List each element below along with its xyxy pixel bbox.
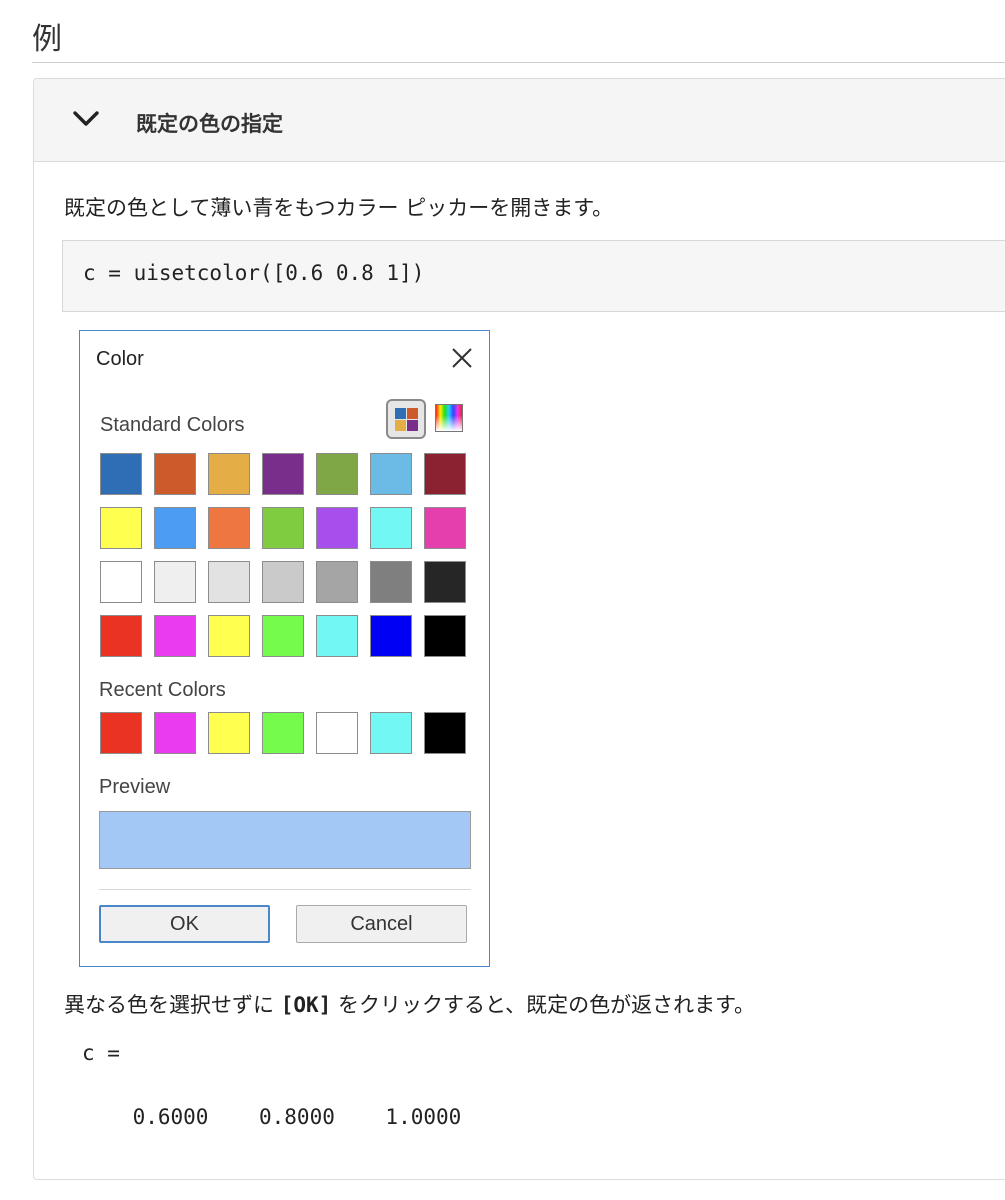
recent-color-swatch[interactable]: [154, 712, 196, 754]
standard-color-swatch[interactable]: [262, 561, 304, 603]
chevron-down-icon[interactable]: [72, 109, 100, 129]
standard-color-swatch[interactable]: [262, 453, 304, 495]
custom-colors-tab-icon[interactable]: [435, 404, 463, 432]
standard-color-swatch[interactable]: [154, 453, 196, 495]
recent-color-swatch[interactable]: [100, 712, 142, 754]
preview-swatch: [99, 811, 471, 869]
standard-color-swatch[interactable]: [424, 453, 466, 495]
example-description: 既定の色として薄い青をもつカラー ピッカーを開きます。: [64, 196, 614, 220]
output-value: 0.6000 0.8000 1.0000: [82, 1105, 462, 1129]
standard-color-swatch[interactable]: [100, 615, 142, 657]
standard-color-swatch[interactable]: [100, 507, 142, 549]
standard-color-swatch[interactable]: [370, 615, 412, 657]
standard-color-swatch[interactable]: [370, 561, 412, 603]
preview-label: Preview: [99, 776, 171, 798]
standard-color-swatch[interactable]: [154, 507, 196, 549]
standard-color-swatch[interactable]: [370, 453, 412, 495]
result-suffix: をクリックすると、既定の色が返されます。: [331, 993, 755, 1017]
standard-color-swatch[interactable]: [208, 453, 250, 495]
standard-color-swatch[interactable]: [154, 615, 196, 657]
close-icon[interactable]: [450, 346, 474, 370]
standard-color-swatch[interactable]: [316, 561, 358, 603]
standard-color-swatch[interactable]: [100, 561, 142, 603]
standard-color-swatch[interactable]: [316, 615, 358, 657]
code-line: c = uisetcolor([0.6 0.8 1]): [83, 261, 425, 285]
standard-colors-tab-icon[interactable]: [386, 399, 426, 439]
recent-color-swatch[interactable]: [316, 712, 358, 754]
heading-divider: [32, 62, 1005, 63]
result-description: 異なる色を選択せずに [OK] をクリックすると、既定の色が返されます。: [64, 989, 755, 1019]
standard-color-swatch[interactable]: [208, 615, 250, 657]
recent-colors-label: Recent Colors: [99, 679, 226, 701]
standard-color-swatch[interactable]: [262, 507, 304, 549]
cancel-button[interactable]: Cancel: [296, 905, 467, 943]
result-prefix: 異なる色を選択せずに: [64, 993, 281, 1017]
example-title[interactable]: 既定の色の指定: [136, 108, 283, 138]
dialog-title: Color: [96, 348, 144, 370]
standard-color-swatch[interactable]: [424, 561, 466, 603]
ok-button[interactable]: OK: [99, 905, 270, 943]
standard-color-swatch[interactable]: [316, 507, 358, 549]
recent-color-swatch[interactable]: [262, 712, 304, 754]
standard-colors-label: Standard Colors: [100, 414, 245, 436]
output-label: c =: [82, 1041, 120, 1065]
recent-color-swatch[interactable]: [424, 712, 466, 754]
color-dialog: Color Standard Colors Recent Colors Prev…: [79, 330, 490, 967]
standard-color-swatch[interactable]: [208, 561, 250, 603]
standard-color-swatch[interactable]: [100, 453, 142, 495]
standard-color-swatch[interactable]: [424, 507, 466, 549]
standard-color-swatch[interactable]: [316, 453, 358, 495]
recent-color-swatch[interactable]: [370, 712, 412, 754]
standard-color-swatch[interactable]: [424, 615, 466, 657]
example-header[interactable]: 既定の色の指定: [34, 79, 1005, 162]
dialog-divider: [99, 889, 471, 890]
standard-color-swatch[interactable]: [154, 561, 196, 603]
recent-color-swatch[interactable]: [208, 712, 250, 754]
standard-color-swatch[interactable]: [208, 507, 250, 549]
code-block: c = uisetcolor([0.6 0.8 1]): [62, 240, 1005, 312]
result-ok-keyword: [OK]: [280, 993, 332, 1017]
standard-color-swatch[interactable]: [262, 615, 304, 657]
standard-color-swatch[interactable]: [370, 507, 412, 549]
section-heading: 例: [32, 22, 62, 57]
